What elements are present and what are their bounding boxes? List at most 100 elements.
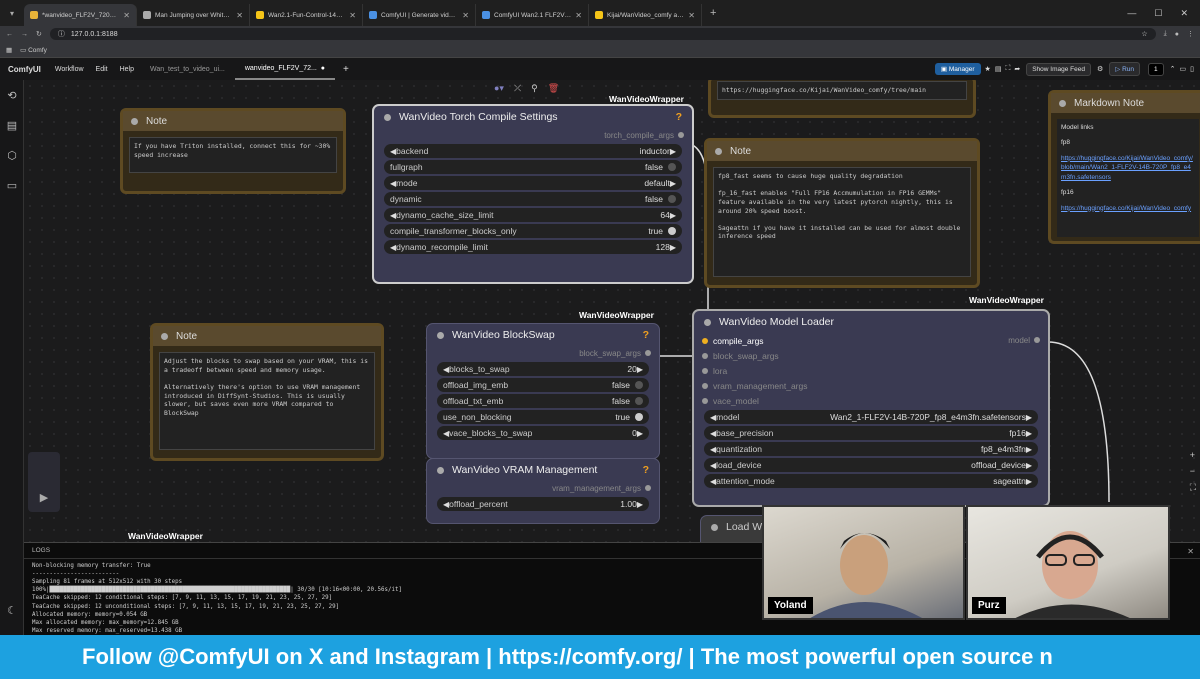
note-node-triton[interactable]: Note If you have Triton installed, conne… [120, 108, 346, 194]
increment-arrow-icon[interactable]: ▶ [670, 211, 676, 220]
increment-arrow-icon[interactable]: ▶ [1026, 461, 1032, 470]
panel-icon[interactable]: ▭ [1180, 65, 1187, 73]
increment-arrow-icon[interactable]: ▶ [670, 179, 676, 188]
menu-edit[interactable]: Edit [90, 66, 114, 73]
model-loader-node[interactable]: WanVideo Model Loader compile_args block_… [692, 309, 1050, 507]
increment-arrow-icon[interactable]: ▶ [1026, 477, 1032, 486]
run-button[interactable]: ▷ Run [1109, 62, 1141, 76]
browser-tab[interactable]: ComfyUI Wan2.1 FLF2V & Wan ✕ [476, 4, 589, 26]
collapse-dot[interactable] [131, 117, 138, 125]
browser-tab[interactable]: Kijai/WanVideo_comfy at main ✕ [589, 4, 702, 26]
browser-tab[interactable]: Wan2.1-Fun-Control-14B_fp8_e4m3fn✕ [250, 4, 363, 26]
increment-arrow-icon[interactable]: ▶ [637, 500, 643, 509]
fit-view-icon[interactable]: ⛶ [1190, 482, 1196, 493]
pin-icon[interactable]: ⚲ [531, 83, 538, 94]
profile-icon[interactable]: ● [1175, 31, 1179, 38]
theme-toggle-icon[interactable]: ☾ [0, 595, 24, 625]
widget-compile-transformer-blocks-only[interactable]: compile_transformer_blocks_only true [384, 224, 682, 238]
input-socket[interactable] [702, 382, 708, 389]
output-socket[interactable] [645, 485, 651, 491]
help-icon[interactable]: ? [643, 464, 649, 476]
torch-compile-node[interactable]: WanVideo Torch Compile Settings? torch_c… [372, 104, 694, 284]
zoom-in-icon[interactable]: + [1190, 450, 1196, 460]
input-socket[interactable] [702, 352, 708, 359]
increment-arrow-icon[interactable]: ▶ [1026, 429, 1032, 438]
workflow-tab-active[interactable]: wanvideo_FLF2V_72... ● [234, 58, 335, 80]
widget-use-non-blocking[interactable]: use_non_blocking true [437, 410, 649, 424]
reload-icon[interactable]: ↻ [36, 30, 42, 38]
widget-blocks-to-swap[interactable]: ◀ blocks_to_swap 20 ▶ [437, 362, 649, 376]
input-socket[interactable] [702, 337, 708, 344]
increment-arrow-icon[interactable]: ▶ [637, 429, 643, 438]
download-icon[interactable]: ⤓ [1164, 30, 1167, 38]
layout-icon[interactable]: ▯ [1190, 65, 1194, 73]
widget-load-device[interactable]: ◀ load_device offload_device ▶ [704, 458, 1038, 472]
menu-workflow[interactable]: Workflow [49, 66, 90, 73]
fp8-link[interactable]: https://huggingface.co/Kijai/WanVideo_co… [1061, 154, 1195, 182]
forward-icon[interactable]: → [21, 31, 28, 38]
menu-help[interactable]: Help [114, 66, 140, 73]
collapse-dot[interactable] [437, 466, 444, 474]
markdown-note-node[interactable]: Markdown Note Model links fp8 https://hu… [1048, 90, 1200, 244]
widget-vace-blocks-to-swap[interactable]: ◀ vace_blocks_to_swap 0 ▶ [437, 426, 649, 440]
widget-offload-txt-emb[interactable]: offload_txt_emb false [437, 394, 649, 408]
zoom-out-icon[interactable]: − [1190, 466, 1196, 476]
bypass-icon[interactable]: ⤫ [514, 83, 521, 94]
output-socket[interactable] [1034, 337, 1040, 343]
comfy-logo[interactable]: ComfyUI [0, 65, 49, 74]
delete-icon[interactable]: 🗑 [548, 83, 559, 94]
toggle-knob[interactable] [668, 227, 676, 235]
widget-base-precision[interactable]: ◀ base_precision fp16 ▶ [704, 426, 1038, 440]
toggle-knob[interactable] [635, 413, 643, 421]
queue-list-icon[interactable]: ▤ [0, 110, 24, 140]
bookmark-folder[interactable]: ▭ Comfy [20, 46, 47, 54]
toggle-knob[interactable] [668, 163, 676, 171]
collapse-dot[interactable] [437, 331, 444, 339]
widget-offload-percent[interactable]: ◀ offload_percent 1.00 ▶ [437, 497, 649, 511]
widget-offload-img-emb[interactable]: offload_img_emb false [437, 378, 649, 392]
show-image-feed-button[interactable]: Show Image Feed [1026, 62, 1091, 76]
note-node-blockswap[interactable]: Note Adjust the blocks to swap based on … [150, 323, 384, 461]
back-icon[interactable]: ← [6, 31, 13, 38]
browser-tab[interactable]: Man Jumping over White Fence✕ [137, 4, 250, 26]
expand-icon[interactable]: ⌃ [1170, 65, 1176, 73]
increment-arrow-icon[interactable]: ▶ [637, 365, 643, 374]
close-logs-icon[interactable]: ✕ [1187, 547, 1194, 556]
workflows-icon[interactable]: ▭ [0, 170, 24, 200]
toggle-knob[interactable] [635, 397, 643, 405]
collapse-dot[interactable] [711, 523, 718, 531]
nodes-icon[interactable]: ⛶ [1005, 65, 1010, 73]
input-vram-management-args[interactable]: vram_management_args [694, 378, 1048, 393]
browser-tab[interactable]: ComfyUI | Generate video, images ✕ [363, 4, 476, 26]
tab-close-icon[interactable]: ✕ [688, 11, 695, 20]
note-node-fp8[interactable]: Note fp8_fast seems to cause huge qualit… [704, 138, 980, 288]
tab-close-icon[interactable]: ✕ [575, 11, 582, 20]
node-canvas[interactable]: https://huggingface.co/Kijai/WanVideo_co… [24, 80, 1200, 542]
tab-close-icon[interactable]: ✕ [123, 11, 130, 20]
site-info-icon[interactable]: ⓘ [58, 29, 65, 39]
maximize-icon[interactable]: ☐ [1154, 8, 1162, 19]
note-text[interactable]: fp8_fast seems to cause huge quality deg… [713, 167, 971, 277]
tab-menu-icon[interactable]: ▾ [0, 9, 24, 18]
widget-dynamo-recompile-limit[interactable]: ◀ dynamo_recompile_limit 128 ▶ [384, 240, 682, 254]
apps-icon[interactable]: ▦ [6, 46, 12, 54]
play-icon[interactable]: ▶ [40, 491, 48, 504]
collapse-dot[interactable] [1059, 99, 1066, 107]
queue-icon[interactable]: ▤ [995, 65, 1002, 73]
increment-arrow-icon[interactable]: ▶ [670, 147, 676, 156]
widget-dynamic[interactable]: dynamic false [384, 192, 682, 206]
browser-menu-icon[interactable]: ⋮ [1187, 30, 1194, 38]
batch-count-input[interactable]: 1 [1148, 62, 1164, 76]
tab-close-icon[interactable]: ✕ [349, 11, 356, 20]
collapse-dot[interactable] [715, 147, 722, 155]
manager-button[interactable]: ▣ Manager [934, 63, 981, 75]
widget-quantization[interactable]: ◀ quantization fp8_e4m3fn ▶ [704, 442, 1038, 456]
close-window-icon[interactable]: ✕ [1180, 8, 1188, 19]
color-icon[interactable]: ●▾ [494, 83, 504, 94]
collapse-dot[interactable] [384, 113, 391, 121]
increment-arrow-icon[interactable]: ▶ [670, 243, 676, 252]
settings-icon[interactable]: ⚙ [1097, 65, 1103, 73]
toggle-knob[interactable] [668, 195, 676, 203]
collapse-dot[interactable] [161, 332, 168, 340]
input-lora[interactable]: lora [694, 363, 1048, 378]
